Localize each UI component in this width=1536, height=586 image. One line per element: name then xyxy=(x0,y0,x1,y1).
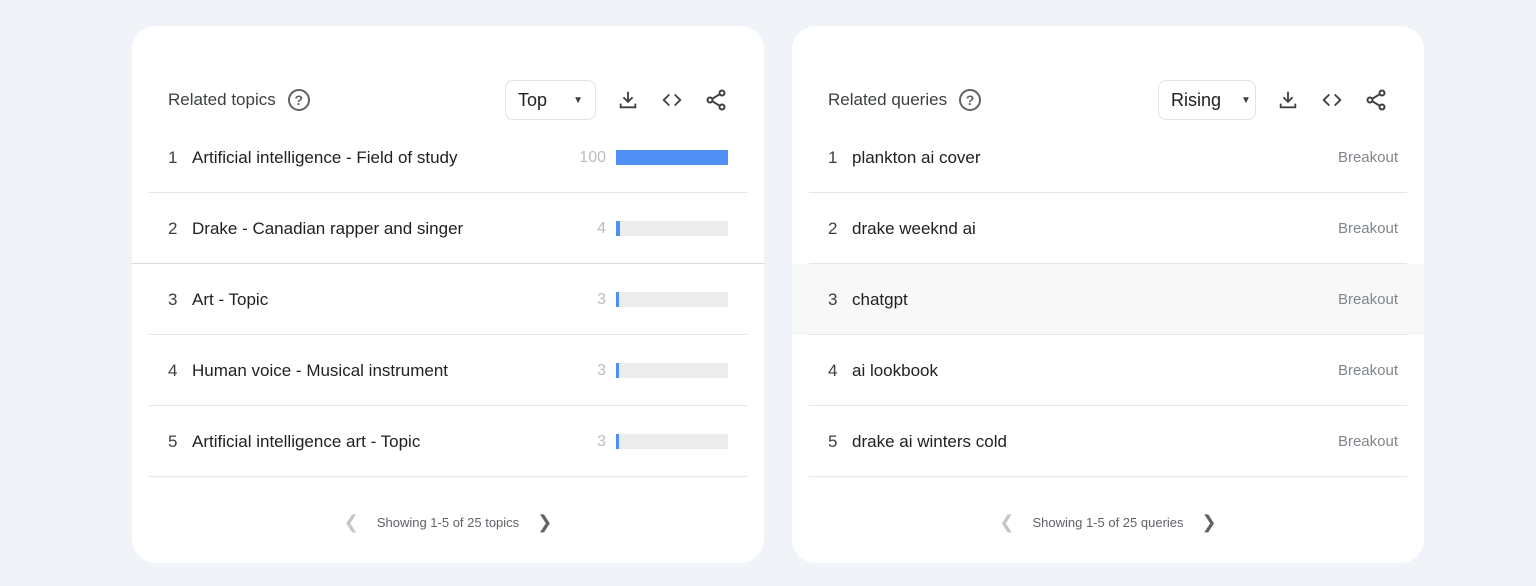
topic-value: 4 xyxy=(597,219,606,237)
value-bar-fill xyxy=(616,363,620,378)
topic-label[interactable]: Drake - Canadian rapper and singer xyxy=(192,219,546,239)
value-bar-fill xyxy=(616,434,620,449)
pagination-text: Showing 1-5 of 25 queries xyxy=(1032,515,1184,530)
query-label[interactable]: chatgpt xyxy=(852,290,1338,310)
topic-row[interactable]: 2 Drake - Canadian rapper and singer 4 xyxy=(132,193,764,264)
filter-dropdown[interactable]: Top ▼ xyxy=(505,80,596,120)
rank: 4 xyxy=(168,360,178,380)
help-icon[interactable]: ? xyxy=(959,89,982,111)
breakout-badge: Breakout xyxy=(1337,291,1398,308)
breakout-badge: Breakout xyxy=(1337,149,1398,166)
query-label[interactable]: drake weeknd ai xyxy=(852,219,1338,239)
rank: 1 xyxy=(168,147,178,167)
rank: 3 xyxy=(828,289,838,309)
breakout-badge: Breakout xyxy=(1337,433,1398,450)
value-bar xyxy=(616,434,728,449)
query-row[interactable]: 5 drake ai winters cold Breakout xyxy=(792,406,1424,477)
topic-label[interactable]: Human voice - Musical instrument xyxy=(192,361,546,381)
caret-down-icon: ▼ xyxy=(1241,94,1251,106)
value-bar-fill xyxy=(616,221,621,236)
help-icon[interactable]: ? xyxy=(287,89,310,111)
value-bar-fill xyxy=(616,150,728,165)
pagination: ❮ Showing 1-5 of 25 queries ❯ xyxy=(792,512,1424,533)
rank: 5 xyxy=(828,431,838,451)
query-label[interactable]: ai lookbook xyxy=(852,361,1338,381)
rank: 4 xyxy=(828,360,838,380)
topic-value: 3 xyxy=(597,361,606,379)
breakout-badge: Breakout xyxy=(1337,362,1398,379)
chevron-left-icon[interactable]: ❮ xyxy=(344,512,359,533)
topic-value: 3 xyxy=(597,432,606,450)
query-row[interactable]: 1 plankton ai cover Breakout xyxy=(792,122,1424,193)
share-icon[interactable] xyxy=(1364,88,1388,112)
chevron-left-icon[interactable]: ❮ xyxy=(999,512,1014,533)
value-bar xyxy=(616,292,728,307)
query-label[interactable]: drake ai winters cold xyxy=(852,432,1338,452)
breakout-badge: Breakout xyxy=(1337,220,1398,237)
download-icon[interactable] xyxy=(1276,88,1300,112)
value-bar-fill xyxy=(616,292,620,307)
pagination-text: Showing 1-5 of 25 topics xyxy=(376,515,520,530)
filter-dropdown[interactable]: Rising ▼ xyxy=(1158,80,1256,120)
query-row[interactable]: 3 chatgpt Breakout xyxy=(792,264,1424,335)
value-bar xyxy=(616,221,728,236)
query-label[interactable]: plankton ai cover xyxy=(852,148,1338,168)
rank: 2 xyxy=(828,218,838,238)
pagination: ❮ Showing 1-5 of 25 topics ❯ xyxy=(132,512,764,533)
topic-label[interactable]: Artificial intelligence art - Topic xyxy=(192,432,546,452)
card-title: Related topics xyxy=(168,90,276,109)
embed-icon[interactable] xyxy=(660,88,684,112)
rank: 1 xyxy=(828,147,838,167)
caret-down-icon: ▼ xyxy=(573,94,583,106)
chevron-right-icon[interactable]: ❯ xyxy=(1202,512,1217,533)
topic-value: 3 xyxy=(597,290,606,308)
related-topics-card: Related topics ? Top ▼ 1 Artificial intell… xyxy=(132,26,764,563)
topic-label[interactable]: Artificial intelligence - Field of study xyxy=(192,148,546,168)
rank: 3 xyxy=(168,289,178,309)
filter-value: Rising xyxy=(1171,89,1222,110)
topic-label[interactable]: Art - Topic xyxy=(192,290,546,310)
value-bar xyxy=(616,363,728,378)
embed-icon[interactable] xyxy=(1320,88,1344,112)
topic-row[interactable]: 3 Art - Topic 3 xyxy=(132,264,764,335)
rank: 2 xyxy=(168,218,178,238)
share-icon[interactable] xyxy=(704,88,728,112)
query-row[interactable]: 2 drake weeknd ai Breakout xyxy=(792,193,1424,264)
download-icon[interactable] xyxy=(616,88,640,112)
card-title: Related queries xyxy=(828,90,948,109)
topic-row[interactable]: 5 Artificial intelligence art - Topic 3 xyxy=(132,406,764,477)
related-queries-card: Related queries ? Rising ▼ 1 plankton ai c… xyxy=(792,26,1424,563)
rank: 5 xyxy=(168,431,178,451)
topic-row[interactable]: 4 Human voice - Musical instrument 3 xyxy=(132,335,764,406)
value-bar xyxy=(616,150,728,165)
chevron-right-icon[interactable]: ❯ xyxy=(537,512,552,533)
topic-row[interactable]: 1 Artificial intelligence - Field of stud… xyxy=(132,122,764,193)
filter-value: Top xyxy=(518,89,548,110)
query-row[interactable]: 4 ai lookbook Breakout xyxy=(792,335,1424,406)
topic-value: 100 xyxy=(579,148,606,166)
